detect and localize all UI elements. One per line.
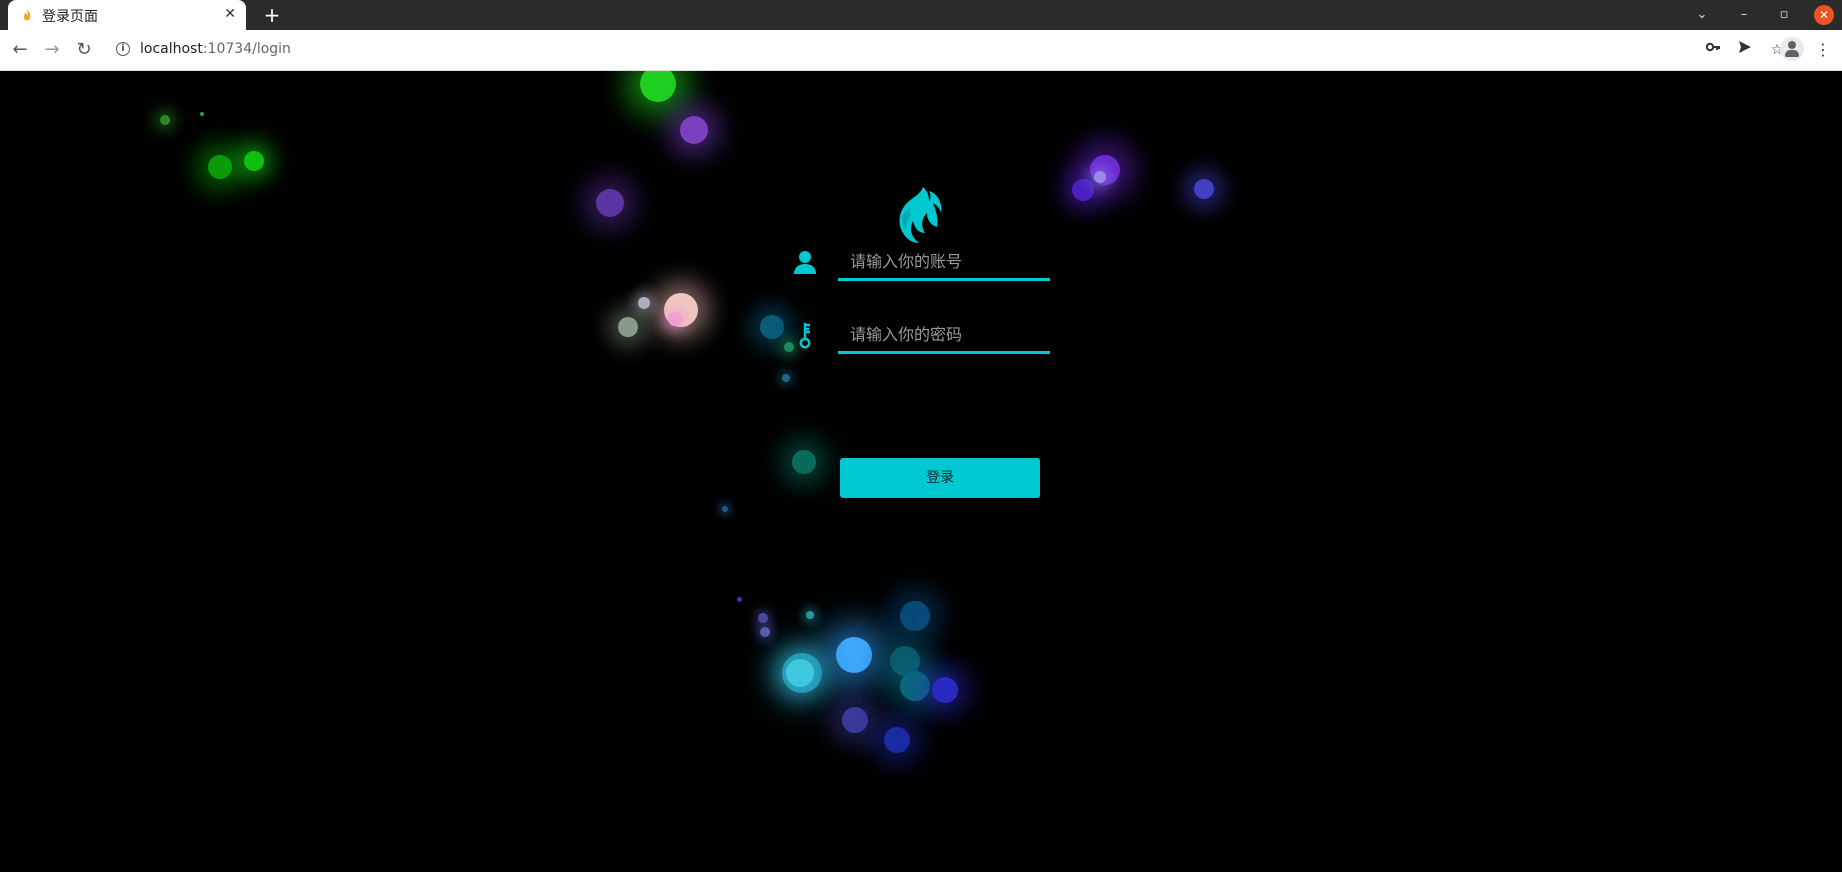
url-text[interactable]: localhost:10734/login xyxy=(140,41,291,57)
particle-glow xyxy=(244,151,264,171)
particle-glow xyxy=(806,611,814,619)
particle-glow xyxy=(786,659,814,687)
particle-glow xyxy=(760,627,770,637)
particle-glow xyxy=(737,597,742,602)
particle-glow xyxy=(208,155,232,179)
particle-glow xyxy=(160,115,170,125)
particle-glow xyxy=(758,613,768,623)
browser-tab[interactable]: 登录页面 ✕ xyxy=(8,0,246,30)
particle-glow xyxy=(1094,171,1106,183)
particle-glow xyxy=(836,637,872,673)
more-menu-icon[interactable]: ⋮ xyxy=(1812,39,1834,61)
site-info-icon[interactable]: i xyxy=(116,42,130,56)
tab-title: 登录页面 xyxy=(42,9,98,25)
particle-glow xyxy=(900,671,930,701)
particle-glow xyxy=(618,317,638,337)
restore-button[interactable]: ▫ xyxy=(1766,0,1802,30)
particle-glow xyxy=(900,601,930,631)
password-field[interactable] xyxy=(838,317,1050,354)
minimize-button[interactable]: – xyxy=(1726,0,1762,30)
account-field[interactable] xyxy=(838,244,1050,281)
particle-glow xyxy=(884,727,910,753)
account-input[interactable] xyxy=(848,248,1047,274)
send-icon[interactable] xyxy=(1734,39,1756,61)
flame-favicon-icon xyxy=(23,9,31,21)
particle-glow xyxy=(760,315,784,339)
particle-glow xyxy=(792,450,816,474)
particle-glow xyxy=(1072,179,1094,201)
flame-logo-icon xyxy=(899,187,942,243)
address-bar[interactable]: i localhost:10734/login xyxy=(106,35,1766,65)
particle-glow xyxy=(640,71,676,102)
particle-glow xyxy=(680,116,708,144)
new-tab-button[interactable]: + xyxy=(260,3,284,27)
particle-glow xyxy=(638,297,650,309)
window-close-button[interactable]: ✕ xyxy=(1814,5,1834,25)
back-arrow-icon[interactable]: ← xyxy=(8,38,32,62)
browser-toolbar: ← → ↻ i localhost:10734/login ☆ ⋮ xyxy=(0,30,1842,71)
tab-close-icon[interactable]: ✕ xyxy=(224,6,236,22)
reload-icon[interactable]: ↻ xyxy=(72,38,96,62)
key-icon xyxy=(799,323,811,349)
login-button[interactable]: 登录 xyxy=(840,458,1040,498)
particle-glow xyxy=(668,312,682,326)
login-page: 登录 xyxy=(0,71,1842,872)
particle-glow xyxy=(722,506,728,512)
particle-glow xyxy=(932,677,958,703)
particle-glow xyxy=(842,707,868,733)
tab-search-chevron-icon[interactable]: ⌄ xyxy=(1684,0,1720,30)
profile-avatar-icon[interactable] xyxy=(1780,37,1804,61)
particle-glow xyxy=(596,189,624,217)
user-icon xyxy=(794,251,816,274)
browser-tab-bar: 登录页面 ✕ + ⌄ – ▫ ✕ xyxy=(0,0,1842,30)
particle-glow xyxy=(782,374,790,382)
forward-arrow-icon[interactable]: → xyxy=(40,38,64,62)
particle-glow xyxy=(200,112,204,116)
password-input[interactable] xyxy=(848,321,1047,347)
particle-glow xyxy=(1194,179,1214,199)
key-icon[interactable] xyxy=(1702,39,1724,61)
